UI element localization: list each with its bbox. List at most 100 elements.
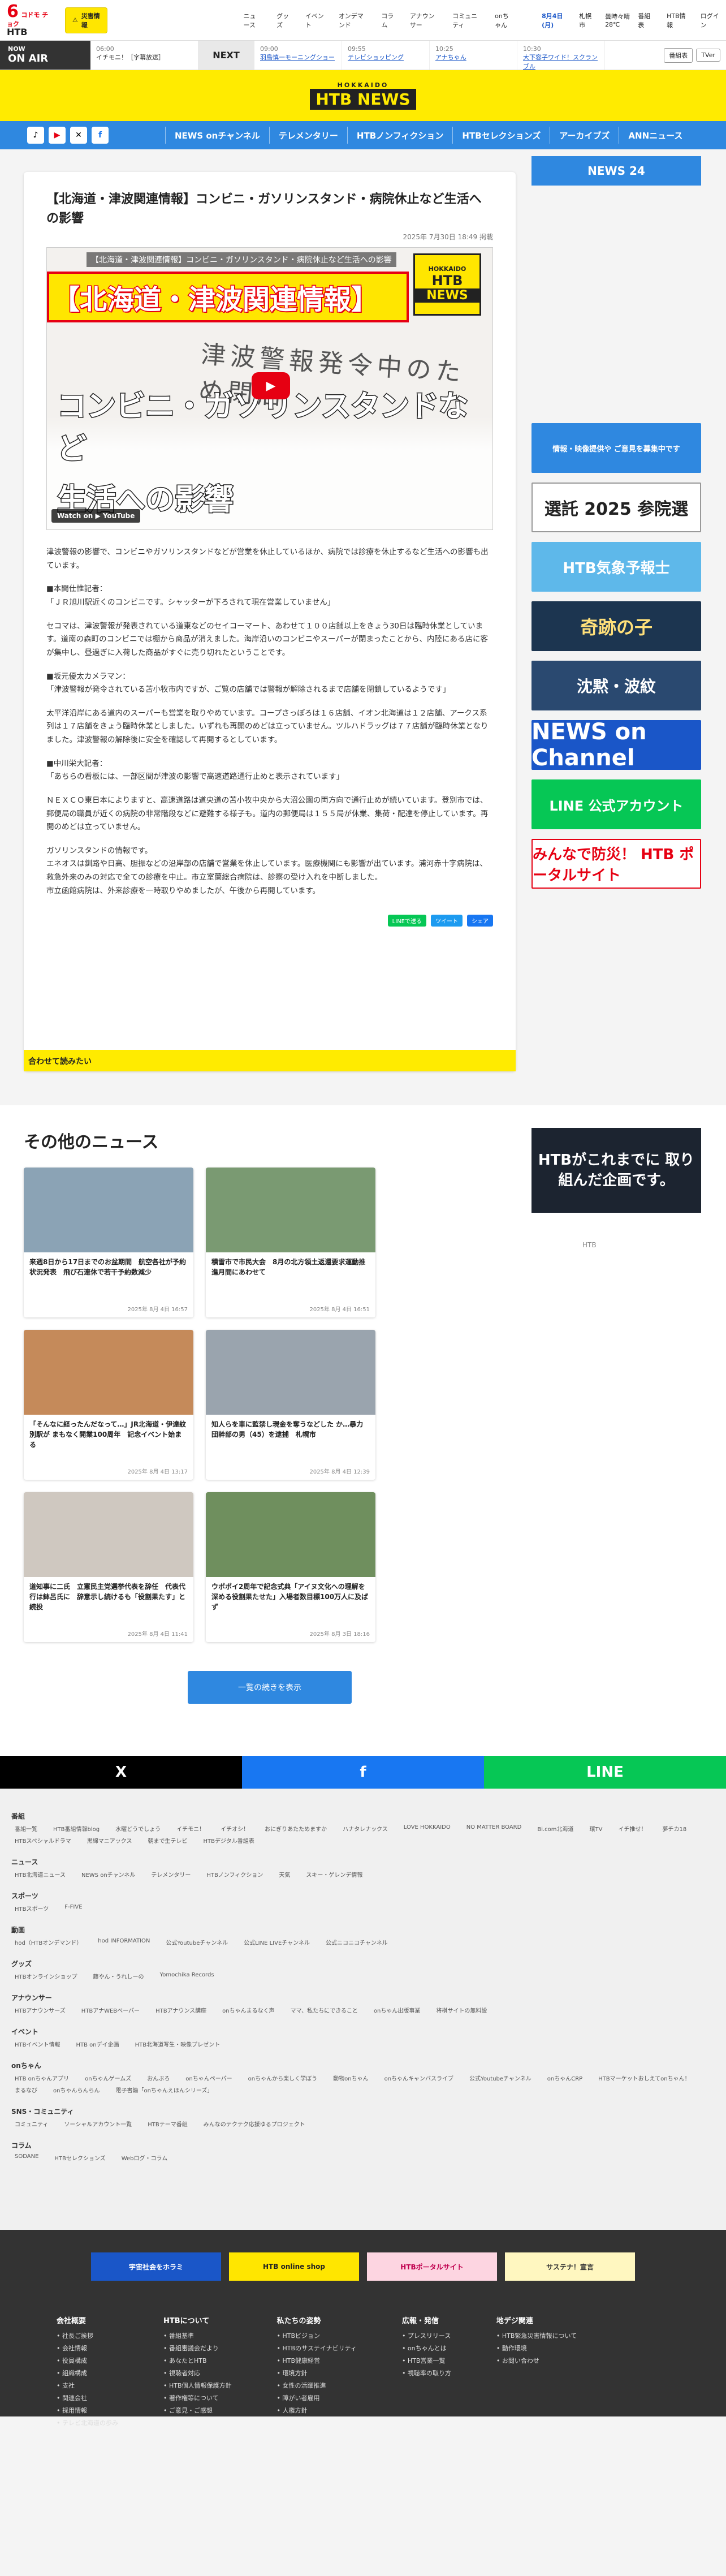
footer-link[interactable]: • お問い合わせ (496, 2356, 577, 2365)
news-card[interactable]: 来週8日から17日までのお盆期間 航空各社が予約状況発表 飛び石連休で若干予約数… (24, 1168, 193, 1317)
footer-link[interactable]: • プレスリリース (402, 2331, 451, 2340)
sitemap-link[interactable]: コミュニティ (15, 2120, 48, 2128)
footer-link[interactable]: • あなたとHTB (163, 2356, 232, 2365)
htb-projects-banner[interactable]: HTBがこれまでに 取り組んだ企画です。 (531, 1128, 701, 1213)
sitemap-link[interactable]: みんなのテクテク応援ゆるプロジェクト (204, 2120, 305, 2128)
sitemap-link[interactable]: HTBスペシャルドラマ (15, 1836, 71, 1845)
sitemap-link[interactable]: onちゃんから楽しく学ぼう (248, 2074, 317, 2082)
sitemap-link[interactable]: hod INFORMATION (98, 1938, 150, 1946)
nav-ann-news[interactable]: ANNニュース (619, 127, 692, 144)
sidebar-banner-line[interactable]: LINE 公式アカウント (531, 779, 701, 829)
sitemap-link[interactable]: NO MATTER BOARD (466, 1824, 522, 1833)
topnav-item[interactable]: ニュース (243, 11, 262, 29)
facebook-icon[interactable]: f (92, 127, 109, 144)
x-icon[interactable]: ✕ (70, 127, 87, 144)
news-card[interactable]: 「そんなに経ったんだなって…」JR北海道・伊達紋別駅が まもなく開業100周年 … (24, 1330, 193, 1480)
sitemap-link[interactable]: まるなび (15, 2086, 37, 2094)
news24-banner[interactable]: NEWS 24 (531, 156, 701, 186)
sitemap-link[interactable]: イチオシ！ (221, 1824, 249, 1833)
news-card[interactable]: 道知事に二氏 立憲民主党選挙代表を辞任 代表代行は鉢呂氏に 辞意示し続けるも「役… (24, 1492, 193, 1642)
sitemap-link[interactable]: HTBアナウンサーズ (15, 2006, 66, 2014)
sitemap-link[interactable]: onちゃん出版事業 (374, 2006, 420, 2014)
watch-on-youtube-button[interactable]: Watch on ▶ YouTube (51, 509, 141, 523)
sitemap-link[interactable]: Webログ・コラム (122, 2153, 168, 2162)
line-share-button[interactable]: LINE (484, 1756, 726, 1789)
sitemap-link[interactable]: HTBスポーツ (15, 1904, 49, 1912)
footer-link[interactable]: • HTB営業一覧 (402, 2356, 451, 2365)
footer-link[interactable]: • 役員構成 (57, 2356, 118, 2365)
load-more-button[interactable]: 一覧の続きを表示 (188, 1671, 352, 1704)
sitemap-link[interactable]: 番組一覧 (15, 1824, 37, 1833)
now-program[interactable]: 06:00 イチモニ！［字幕放送］ (90, 41, 198, 70)
sitemap-link[interactable]: Yomochika Records (160, 1972, 214, 1980)
topnav-item[interactable]: イベント (305, 11, 324, 29)
sitemap-link[interactable]: HTB onデイ企画 (76, 2040, 119, 2048)
footer-link[interactable]: • 著作権等について (163, 2393, 232, 2402)
footer-banner[interactable]: HTB online shop (229, 2252, 359, 2281)
sitemap-link[interactable]: スキー・ゲレンデ情報 (306, 1870, 362, 1879)
sitemap-link[interactable]: HTB onちゃんアプリ (15, 2074, 69, 2082)
footer-link[interactable]: • 人権方針 (277, 2406, 357, 2415)
topnav-item[interactable]: onちゃん (495, 11, 515, 29)
footer-banner[interactable]: サステナ！宣言 (505, 2252, 635, 2281)
video-player[interactable]: 【北海道・津波関連情報】コンビニ・ガソリンスタンド・病院休止など生活への影響 【… (46, 247, 493, 531)
sitemap-link[interactable]: HTB番組情報blog (53, 1824, 100, 1833)
sitemap-link[interactable]: イチモニ！ (176, 1824, 205, 1833)
sitemap-link[interactable]: onちゃんまるなく声 (222, 2006, 274, 2014)
tiktok-icon[interactable]: ♪ (27, 127, 44, 144)
sitemap-link[interactable]: HTB北海道ニュース (15, 1870, 66, 1879)
sitemap-link[interactable]: 公式LINE LIVEチャンネル (244, 1938, 310, 1946)
sitemap-link[interactable]: F-FIVE (64, 1904, 82, 1912)
sitemap-link[interactable]: onちゃんゲームズ (85, 2074, 131, 2082)
topnav-item[interactable]: コラム (381, 11, 395, 29)
sitemap-link[interactable]: おんぶろ (147, 2074, 170, 2082)
tver-button[interactable]: TVer (696, 49, 720, 62)
sitemap-link[interactable]: onちゃんペーパー (185, 2074, 232, 2082)
sidebar-banner-election[interactable]: 選託 2025 参院選 (531, 483, 701, 532)
footer-link[interactable]: • 会社情報 (57, 2344, 118, 2353)
footer-link[interactable]: • ご意見・ご感想 (163, 2406, 232, 2415)
sitemap-link[interactable]: イチ推せ！ (618, 1824, 646, 1833)
nav-telementary[interactable]: テレメンタリー (269, 127, 347, 144)
sitemap-link[interactable]: 公式ニコニコチャンネル (326, 1938, 388, 1946)
disaster-info-button[interactable]: ⚠ 災害情報 (64, 7, 108, 33)
play-icon[interactable]: ▶ (252, 372, 290, 400)
footer-link[interactable]: • HTB緊急災害情報について (496, 2331, 577, 2340)
sitemap-link[interactable]: 環TV (590, 1824, 603, 1833)
sidebar-banner-weather[interactable]: HTB気象予報士 (531, 542, 701, 592)
footer-link[interactable]: • 障がい者雇用 (277, 2393, 357, 2402)
nav-news-on-channel[interactable]: NEWS onチャンネル (165, 127, 269, 144)
tv-guide-button[interactable]: 番組表 (664, 48, 693, 63)
nav-nonfiction[interactable]: HTBノンフィクション (347, 127, 452, 144)
footer-link[interactable]: • HTBビジョン (277, 2331, 357, 2340)
footer-link[interactable]: • HTB個人情報保護方針 (163, 2381, 232, 2390)
sitemap-link[interactable]: HTBオンラインショップ (15, 1972, 77, 1980)
sidebar-banner-info-request[interactable]: 情報・映像提供や ご意見を募集中です (531, 423, 701, 473)
footer-link[interactable]: • HTB健康経営 (277, 2356, 357, 2365)
facebook-share-button[interactable]: シェア (467, 915, 493, 927)
next-program[interactable]: 10:30 大下容子ワイド！スクランブル (517, 41, 605, 70)
footer-link[interactable]: • 女性の活躍推進 (277, 2381, 357, 2390)
footer-link[interactable]: • 視聴率の取り方 (402, 2368, 451, 2377)
sitemap-link[interactable]: HTBイベント情報 (15, 2040, 60, 2048)
sitemap-link[interactable]: 公式Youtubeチャンネル (166, 1938, 228, 1946)
footer-link[interactable]: • 視聴者対応 (163, 2368, 232, 2377)
topnav-item[interactable]: オンデマンド (339, 11, 367, 29)
footer-link[interactable]: • 動作環境 (496, 2344, 577, 2353)
htb-news-logo[interactable]: HOKKAIDO HTB NEWS (310, 81, 416, 110)
footer-link[interactable]: • 関連会社 (57, 2393, 118, 2402)
tv-guide-link[interactable]: 番組表 (638, 11, 652, 29)
sitemap-link[interactable]: SODANE (15, 2153, 38, 2162)
sitemap-link[interactable]: 朝まで生テレビ (148, 1836, 188, 1845)
topnav-item[interactable]: コミュニティ (452, 11, 480, 29)
line-share-button[interactable]: LINEで送る (387, 915, 426, 927)
footer-link[interactable]: • onちゃんとは (402, 2344, 451, 2353)
sitemap-link[interactable]: onちゃんキャンバスライブ (384, 2074, 453, 2082)
footer-link[interactable]: • 採用情報 (57, 2406, 118, 2415)
sitemap-link[interactable]: テレメンタリー (151, 1870, 191, 1879)
sidebar-banner-news-on-channel[interactable]: NEWS on Channel (531, 719, 701, 771)
news-card[interactable]: ウポポイ2周年で記念式典「アイヌ文化への理解を深める役割果たせた」入場者数目標1… (206, 1492, 375, 1642)
sitemap-link[interactable]: HTBノンフィクション (206, 1870, 263, 1879)
footer-link[interactable]: • 環境方針 (277, 2368, 357, 2377)
footer-link[interactable]: • 番組審議会だより (163, 2344, 232, 2353)
